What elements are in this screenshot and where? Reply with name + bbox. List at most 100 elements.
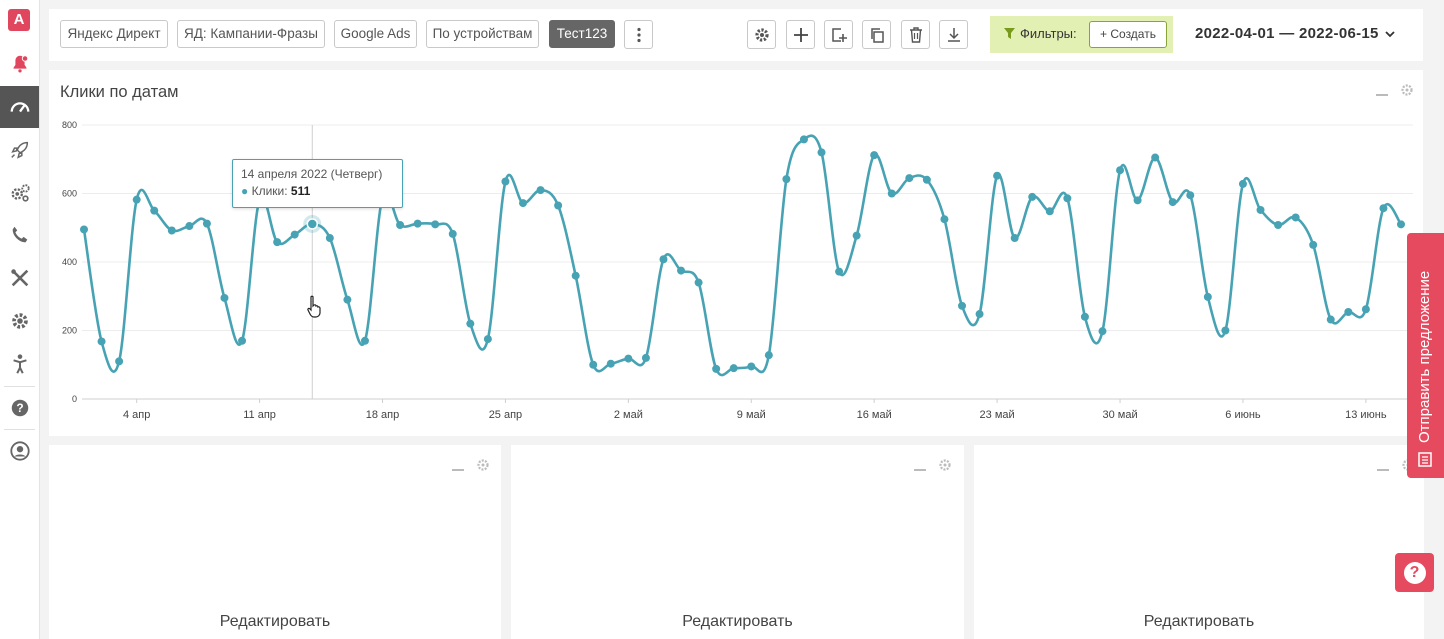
data-point — [115, 357, 124, 366]
report-toolbar: Яндекс Директ ЯД: Кампании-Фразы Google … — [49, 9, 1423, 61]
feedback-label: Отправить предложение — [1416, 270, 1433, 443]
phone-icon[interactable] — [0, 214, 39, 256]
data-point — [922, 175, 931, 184]
data-point — [870, 151, 879, 160]
data-point — [975, 310, 984, 319]
edit-widget-link[interactable]: Редактировать — [511, 613, 964, 631]
data-point — [396, 221, 405, 230]
download-icon — [947, 27, 960, 42]
y-tick-label: 400 — [62, 257, 77, 267]
data-point — [1151, 153, 1160, 162]
add-button[interactable] — [786, 20, 815, 49]
tooltip-series: Клики — [251, 184, 285, 198]
y-tick-label: 800 — [62, 120, 77, 130]
data-point — [712, 364, 721, 373]
data-point — [1045, 207, 1054, 216]
tab-yd-campaigns-phrases[interactable]: ЯД: Кампании-Фразы — [177, 20, 325, 48]
data-point — [1028, 192, 1037, 201]
data-point — [360, 336, 369, 345]
data-point — [764, 351, 773, 360]
trash-icon — [909, 26, 922, 43]
data-point — [185, 222, 194, 231]
date-range-value: 2022-04-01 — 2022-06-15 — [1195, 25, 1379, 42]
send-feedback-tab[interactable]: Отправить предложение — [1407, 233, 1444, 478]
clicks-by-date-widget: Клики по датам 0 200 400 600 800 4 апр 11 апр 1… — [49, 70, 1423, 436]
tooltip-date: 14 апреля 2022 (Четверг) — [241, 167, 383, 181]
data-point — [466, 319, 475, 328]
data-point — [747, 362, 756, 371]
person-icon[interactable] — [0, 343, 39, 385]
data-point — [624, 354, 633, 363]
tab-yandex-direct[interactable]: Яндекс Директ — [60, 20, 168, 48]
edit-widget-link[interactable]: Редактировать — [49, 613, 501, 631]
app-logo[interactable]: A — [8, 9, 30, 31]
date-range-picker[interactable]: 2022-04-01 — 2022-06-15 — [1195, 25, 1395, 42]
add-widget-icon — [831, 27, 847, 42]
clicks-line-chart[interactable]: 0 200 400 600 800 4 апр 11 апр 18 апр 25 апр 2 ма… — [49, 70, 1423, 436]
data-point — [799, 135, 808, 144]
data-point — [167, 226, 176, 235]
x-tick-label: 13 июнь — [1345, 409, 1387, 421]
gear-icon[interactable] — [0, 300, 39, 342]
tools-icon[interactable] — [0, 257, 39, 299]
download-button[interactable] — [939, 20, 968, 49]
data-point — [343, 295, 352, 304]
minimize-icon[interactable] — [452, 469, 464, 471]
edit-widget-link[interactable]: Редактировать — [974, 613, 1424, 631]
filters-label: Фильтры: — [1004, 26, 1077, 41]
gears-icon[interactable] — [0, 172, 39, 214]
x-tick-label: 9 май — [737, 409, 766, 421]
data-point — [431, 220, 440, 229]
data-point — [940, 215, 949, 224]
copy-button[interactable] — [862, 20, 891, 49]
data-point — [290, 230, 299, 239]
rocket-icon[interactable] — [0, 129, 39, 171]
data-point — [1344, 308, 1353, 317]
hover-point — [306, 218, 319, 230]
data-point — [1379, 204, 1388, 213]
data-point — [1291, 213, 1300, 222]
more-tabs-button[interactable] — [624, 20, 653, 49]
create-filter-button[interactable]: + Создать — [1089, 21, 1167, 48]
data-point — [852, 231, 861, 240]
user-avatar-icon[interactable] — [0, 430, 39, 472]
clipboard-icon — [1418, 452, 1432, 467]
y-tick-label: 200 — [62, 326, 77, 336]
x-tick-label: 2 май — [614, 409, 643, 421]
tab-by-device[interactable]: По устройствам — [426, 20, 539, 48]
data-point — [273, 238, 282, 247]
minimize-icon[interactable] — [914, 469, 926, 471]
tab-google-ads[interactable]: Google Ads — [334, 20, 417, 48]
data-point — [1256, 205, 1265, 214]
settings-button[interactable] — [747, 20, 776, 49]
chevron-down-icon — [1385, 30, 1395, 37]
data-point — [887, 189, 896, 198]
delete-button[interactable] — [901, 20, 930, 49]
gear-icon[interactable] — [476, 458, 490, 472]
sidebar: A ? — [0, 0, 40, 639]
data-point — [536, 186, 545, 195]
data-point — [1274, 221, 1283, 230]
data-point — [571, 271, 580, 280]
data-point — [519, 199, 527, 208]
gear-icon[interactable] — [938, 458, 952, 472]
help-chat-button[interactable]: ? — [1395, 553, 1434, 592]
x-tick-label: 18 апр — [366, 409, 399, 421]
tab-test123[interactable]: Тест123 — [549, 20, 615, 48]
empty-widget-2: Редактировать — [511, 445, 964, 639]
data-point — [413, 219, 422, 228]
data-point — [694, 278, 703, 287]
notifications-bell-icon[interactable] — [0, 43, 39, 85]
help-icon[interactable]: ? — [0, 387, 39, 429]
minimize-icon[interactable] — [1377, 469, 1389, 471]
dashboard-gauge-icon[interactable] — [0, 86, 39, 128]
data-point — [554, 201, 563, 210]
filters-label-text: Фильтры: — [1020, 26, 1077, 41]
data-point — [677, 266, 686, 275]
x-tick-label: 11 апр — [243, 409, 276, 421]
add-widget-button[interactable] — [824, 20, 853, 49]
x-tick-label: 23 май — [980, 409, 1015, 421]
data-point — [1221, 326, 1230, 335]
data-point — [238, 336, 247, 345]
create-filter-label: Создать — [1110, 27, 1156, 41]
